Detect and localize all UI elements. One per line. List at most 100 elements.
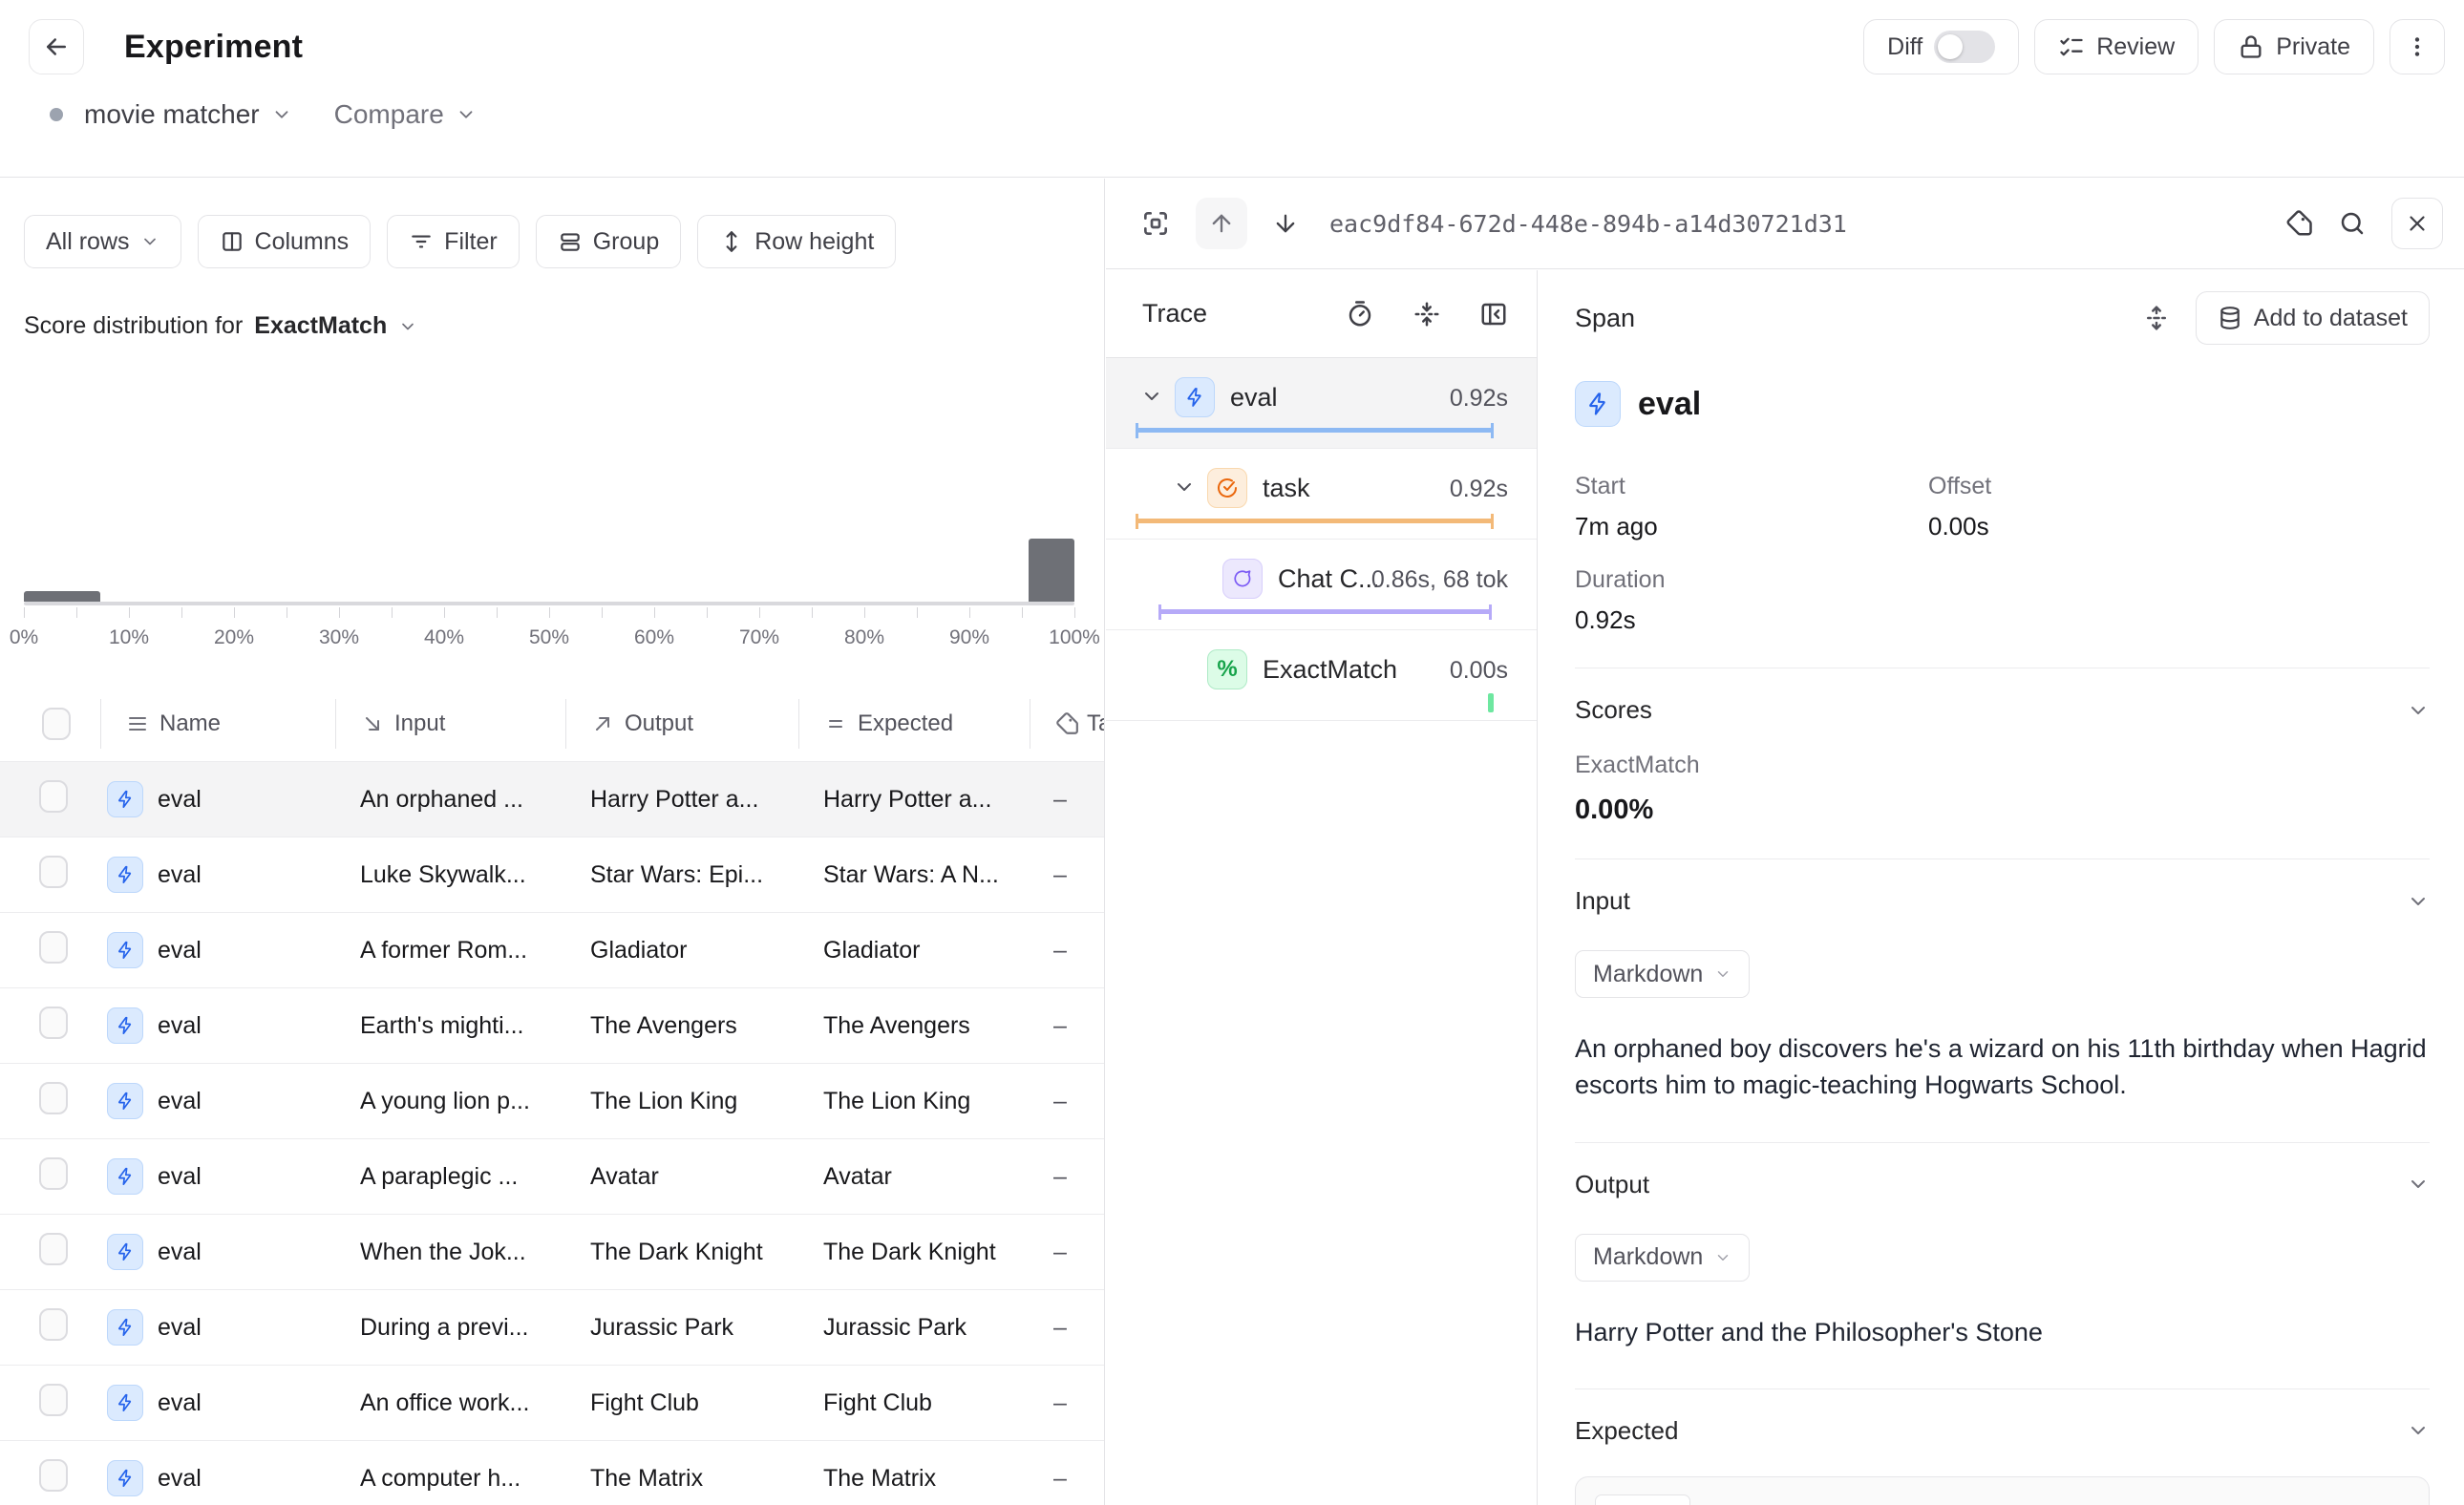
row-expected: Star Wars: A N... (798, 861, 1030, 889)
column-header-output[interactable]: Output (565, 699, 798, 749)
add-to-dataset-button[interactable]: Add to dataset (2196, 291, 2430, 345)
previous-row-button[interactable] (1196, 198, 1247, 249)
chevron-down-icon (140, 232, 159, 251)
chevron-down-icon[interactable] (2407, 699, 2430, 722)
column-header-input[interactable]: Input (335, 699, 565, 749)
chevron-down-icon[interactable] (1173, 476, 1196, 498)
row-tags: – (1030, 1012, 1105, 1040)
chevron-down-icon (1714, 965, 1731, 983)
span-timeline-bar (1136, 514, 1494, 529)
diff-toggle-group[interactable]: Diff (1863, 19, 2019, 74)
histogram-bar[interactable] (1029, 539, 1074, 602)
table-row[interactable]: eval An orphaned ... Harry Potter a... H… (0, 761, 1105, 837)
check-circle-icon (1207, 468, 1247, 508)
row-checkbox[interactable] (39, 1459, 68, 1492)
row-checkbox[interactable] (39, 1082, 68, 1114)
row-input: Earth's mighti... (335, 1012, 565, 1040)
row-height-button[interactable]: Row height (697, 215, 896, 268)
row-input: A young lion p... (335, 1088, 565, 1115)
row-checkbox[interactable] (39, 1233, 68, 1265)
table-row[interactable]: eval Earth's mighti... The Avengers The … (0, 987, 1105, 1063)
row-checkbox[interactable] (39, 1007, 68, 1039)
row-name: eval (158, 1012, 202, 1040)
histogram-bar[interactable] (24, 591, 100, 602)
arrow-up-icon (1208, 210, 1235, 237)
axis-tick (864, 607, 865, 618)
column-header-name[interactable]: Name (100, 699, 335, 749)
trace-span-row[interactable]: eval0.92s (1106, 358, 1537, 449)
select-all-checkbox[interactable] (42, 708, 71, 740)
group-button[interactable]: Group (536, 215, 681, 268)
trace-span-row[interactable]: %ExactMatch0.00s (1106, 630, 1537, 721)
table-row[interactable]: eval During a previ... Jurassic Park Jur… (0, 1289, 1105, 1365)
chevron-down-icon[interactable] (271, 104, 292, 125)
columns-button[interactable]: Columns (198, 215, 372, 268)
axis-tick (759, 607, 760, 618)
table-row[interactable]: eval An office work... Fight Club Fight … (0, 1365, 1105, 1440)
expected-format-select[interactable]: Text (1595, 1494, 1690, 1505)
chevron-down-icon[interactable] (2407, 1419, 2430, 1442)
table-row[interactable]: eval A paraplegic ... Avatar Avatar – (0, 1138, 1105, 1214)
axis-tick (1022, 607, 1023, 618)
private-button[interactable]: Private (2214, 19, 2374, 74)
row-checkbox[interactable] (39, 1157, 68, 1190)
row-input: A former Rom... (335, 937, 565, 964)
row-tags: – (1030, 1239, 1105, 1266)
score-histogram[interactable]: 0%10%20%30%40%50%60%70%80%90%100% (24, 537, 1074, 642)
trace-span-row[interactable]: task0.92s (1106, 449, 1537, 540)
review-label: Review (2096, 33, 2175, 61)
table-row[interactable]: eval When the Jok... The Dark Knight The… (0, 1214, 1105, 1289)
output-format-select[interactable]: Markdown (1575, 1234, 1750, 1282)
chevron-down-icon[interactable] (1140, 385, 1163, 408)
back-button[interactable] (29, 19, 84, 74)
score-distribution-header[interactable]: Score distribution for ExactMatch (24, 312, 1104, 340)
span-name: ExactMatch (1263, 655, 1397, 685)
chevron-down-icon[interactable] (2407, 1173, 2430, 1196)
review-button[interactable]: Review (2034, 19, 2198, 74)
diff-toggle[interactable] (1934, 31, 1995, 63)
scores-section-title: Scores (1575, 695, 2407, 725)
more-options-button[interactable] (2390, 19, 2445, 74)
collapse-vertical-icon[interactable] (1413, 300, 1441, 329)
axis-tick-label: 70% (739, 626, 779, 649)
row-checkbox[interactable] (39, 1384, 68, 1416)
axis-tick-label: 100% (1049, 626, 1100, 649)
filter-button[interactable]: Filter (387, 215, 520, 268)
table-row[interactable]: eval A young lion p... The Lion King The… (0, 1063, 1105, 1138)
fullscreen-icon[interactable] (1140, 208, 1171, 239)
app-header: Experiment Diff Review Private movie mat… (0, 0, 2464, 178)
arrow-down-right-icon (361, 712, 384, 735)
compare-selector[interactable]: Compare (334, 99, 444, 130)
close-trace-button[interactable] (2391, 198, 2443, 249)
row-checkbox[interactable] (39, 1308, 68, 1341)
table-row[interactable]: eval Luke Skywalk... Star Wars: Epi... S… (0, 837, 1105, 912)
column-header-expected[interactable]: Expected (798, 699, 1030, 749)
tag-icon[interactable] (2284, 209, 2313, 238)
axis-tick-label: 0% (10, 626, 38, 649)
timer-icon[interactable] (1346, 300, 1374, 329)
chevron-down-icon[interactable] (2407, 890, 2430, 913)
row-checkbox[interactable] (39, 931, 68, 964)
collapse-panel-icon[interactable] (1479, 300, 1508, 329)
axis-tick-label: 60% (634, 626, 674, 649)
project-selector[interactable]: movie matcher (84, 99, 260, 130)
private-label: Private (2276, 33, 2350, 61)
table-row[interactable]: eval A computer h... The Matrix The Matr… (0, 1440, 1105, 1505)
expand-vertical-icon[interactable] (2142, 304, 2171, 332)
row-tags: – (1030, 1163, 1105, 1191)
search-icon[interactable] (2338, 209, 2367, 238)
zap-icon (107, 1007, 143, 1044)
chevron-down-icon[interactable] (456, 104, 477, 125)
trace-span-row[interactable]: Chat C...0.86s, 68 tok (1106, 540, 1537, 630)
row-checkbox[interactable] (39, 856, 68, 888)
span-duration: 0.92s (1450, 476, 1508, 503)
table-row[interactable]: eval A former Rom... Gladiator Gladiator… (0, 912, 1105, 987)
next-row-button[interactable] (1272, 210, 1299, 237)
row-name: eval (158, 1314, 202, 1342)
all-rows-filter-button[interactable]: All rows (24, 215, 181, 268)
span-panel-title: Span (1575, 304, 2142, 333)
row-checkbox[interactable] (39, 780, 68, 813)
span-duration: 0.92s (1450, 385, 1508, 413)
input-format-select[interactable]: Markdown (1575, 950, 1750, 998)
column-header-tags[interactable]: Tags (1030, 699, 1105, 749)
